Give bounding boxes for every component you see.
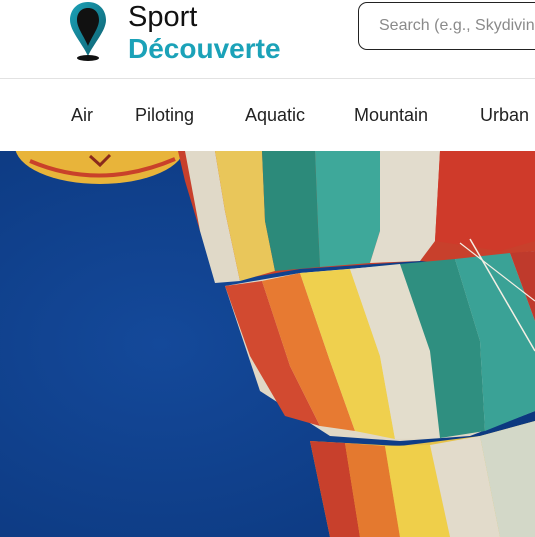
category-nav: Air Piloting Aquatic Mountain Urban: [0, 79, 535, 151]
balloon-illustration: [0, 151, 535, 537]
site-logo[interactable]: Sport Découverte: [68, 0, 328, 70]
hero-image: [0, 151, 535, 537]
brand-name-line2: Découverte: [128, 33, 281, 64]
nav-item-urban[interactable]: Urban: [480, 104, 529, 126]
brand-name-line1: Sport: [128, 1, 198, 33]
nav-item-mountain[interactable]: Mountain: [354, 104, 428, 126]
nav-item-air[interactable]: Air: [71, 104, 93, 126]
nav-item-piloting[interactable]: Piloting: [135, 104, 194, 126]
search-input[interactable]: [358, 2, 535, 50]
site-header: Sport Découverte: [0, 0, 535, 79]
nav-item-aquatic[interactable]: Aquatic: [245, 104, 305, 126]
location-pin-icon: [70, 2, 106, 61]
